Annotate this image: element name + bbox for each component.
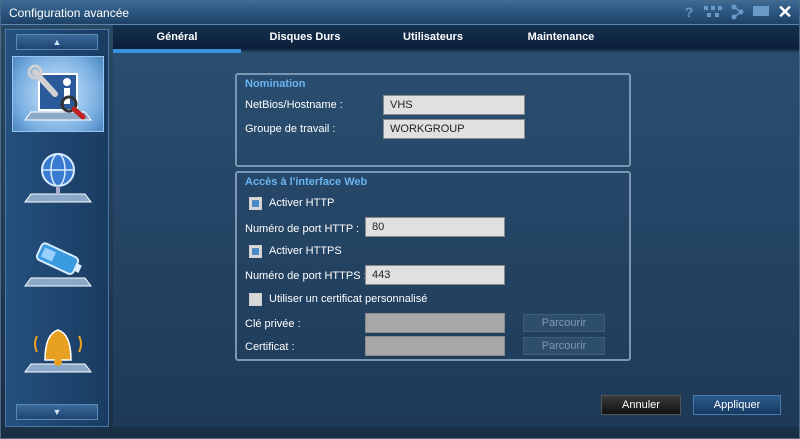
web-access-group: Accès à l'interface Web Activer HTTP Num… (235, 171, 631, 361)
sidebar: ▲ ▼ (5, 29, 109, 427)
help-icon[interactable]: ? (679, 3, 699, 21)
content-panel: Nomination NetBios/Hostname : Groupe de … (113, 53, 799, 427)
window-title: Configuration avancée (9, 6, 130, 20)
title-bar: Configuration avancée ? ✕ (1, 1, 799, 25)
close-icon[interactable]: ✕ (775, 2, 795, 22)
tab-bar: Général Disques Durs Utilisateurs Mainte… (113, 25, 799, 53)
https-port-label: Numéro de port HTTPS : (245, 270, 367, 282)
title-bar-icons: ? ✕ (679, 2, 795, 22)
private-key-input[interactable] (365, 313, 505, 333)
scroll-up-button[interactable]: ▲ (16, 34, 98, 50)
screen-icon[interactable] (751, 3, 771, 21)
bell-icon (24, 329, 92, 373)
workgroup-label: Groupe de travail : (245, 123, 336, 135)
http-port-input[interactable] (365, 217, 505, 237)
certificate-input[interactable] (365, 336, 505, 356)
web-access-title: Accès à l'interface Web (245, 176, 368, 188)
tools-info-icon (24, 64, 92, 121)
network-icon[interactable] (703, 3, 723, 21)
sidebar-item-notifications[interactable] (12, 310, 104, 386)
certificate-label: Certificat : (245, 341, 295, 353)
netbios-label: NetBios/Hostname : (245, 99, 343, 111)
sidebar-item-network[interactable] (12, 140, 104, 216)
nomination-group: Nomination NetBios/Hostname : Groupe de … (235, 73, 631, 167)
https-checkbox[interactable] (249, 245, 262, 258)
http-checkbox[interactable] (249, 197, 262, 210)
http-enable-label: Activer HTTP (269, 197, 335, 209)
tab-hard-drives[interactable]: Disques Durs (241, 25, 369, 51)
nomination-title: Nomination (245, 78, 306, 90)
certificate-browse-button[interactable]: Parcourir (523, 337, 605, 355)
apply-button[interactable]: Appliquer (693, 395, 781, 415)
tab-general[interactable]: Général (113, 25, 241, 53)
netbios-input[interactable] (383, 95, 525, 115)
tab-maintenance[interactable]: Maintenance (497, 25, 625, 51)
config-window: Configuration avancée ? ✕ ▲ ▼ Général Di… (0, 0, 800, 439)
tab-users[interactable]: Utilisateurs (369, 25, 497, 51)
scroll-down-button[interactable]: ▼ (16, 404, 98, 420)
custom-cert-label: Utiliser un certificat personnalisé (269, 293, 428, 305)
http-port-label: Numéro de port HTTP : (245, 223, 360, 235)
https-port-input[interactable] (365, 265, 505, 285)
sidebar-item-storage[interactable] (12, 224, 104, 300)
custom-cert-checkbox[interactable] (249, 293, 262, 306)
private-key-label: Clé privée : (245, 318, 301, 330)
sidebar-item-general[interactable] (12, 56, 104, 132)
workgroup-input[interactable] (383, 119, 525, 139)
share-icon[interactable] (727, 3, 747, 21)
battery-icon (24, 242, 92, 287)
https-enable-label: Activer HTTPS (269, 245, 342, 257)
cancel-button[interactable]: Annuler (601, 395, 681, 415)
private-key-browse-button[interactable]: Parcourir (523, 314, 605, 332)
globe-icon (24, 153, 92, 203)
